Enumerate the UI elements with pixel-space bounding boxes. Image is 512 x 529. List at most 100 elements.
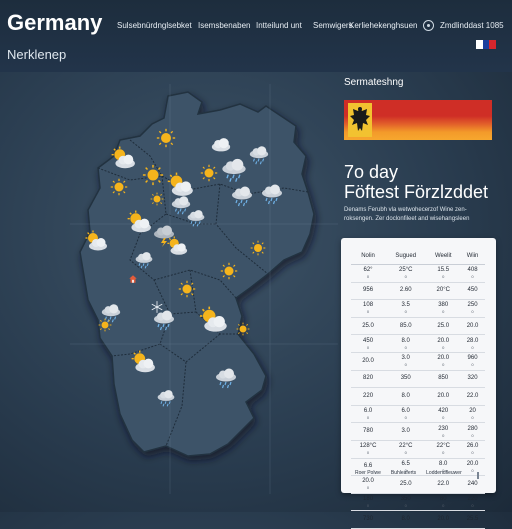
- nav-item-5[interactable]: Kerliehekenghsuen: [349, 21, 418, 30]
- cell-value: 20.0: [362, 357, 374, 364]
- table-row[interactable]: 220 8.0 20.0 22.0: [351, 387, 485, 406]
- cell-marker: 0: [471, 450, 474, 456]
- table-row[interactable]: 108 0 3.5 0 380 0 250 0: [351, 299, 485, 318]
- rain-cloud-icon[interactable]: [220, 156, 248, 184]
- table-row[interactable]: 956 2.60 20°C 450: [351, 282, 485, 301]
- flag-icon: [476, 40, 497, 49]
- cell-value: 28.0: [466, 337, 479, 344]
- nav-item-3[interactable]: Intteilund unt: [256, 21, 302, 30]
- cell-value: 25°C: [399, 267, 413, 274]
- flag-stripe-1: [476, 40, 483, 49]
- footer-link-3[interactable]: Loddendfleuwer: [426, 470, 462, 476]
- cell-value: 6.0: [363, 408, 373, 415]
- table-cell: 3.0 0: [385, 352, 427, 371]
- sun-cloud-icon[interactable]: [198, 306, 228, 336]
- cell-value: 25.5: [466, 516, 479, 523]
- cell-value: 8.0: [401, 337, 410, 344]
- table-cell: 380 0: [426, 299, 461, 318]
- table-row[interactable]: 820 350 850 320: [351, 370, 485, 389]
- table-header-cell[interactable]: Weelit: [426, 248, 461, 265]
- sun-icon[interactable]: [250, 240, 266, 256]
- nav-item-2[interactable]: Isemsbenaben: [198, 21, 250, 30]
- table-cell: 6.0 0: [351, 405, 386, 424]
- table-row[interactable]: 20.0 0 25.0 22.0 240: [351, 475, 485, 494]
- cell-marker: 0: [366, 415, 370, 421]
- table-row[interactable]: 780 3.0 230 0 280 0: [351, 422, 485, 441]
- table-cell: 80 0: [426, 493, 461, 512]
- cell-value: 20: [469, 408, 476, 415]
- cell-marker: 0: [404, 415, 407, 421]
- table-row[interactable]: 450 0 8.0 0 20.0 0 28.0 0: [351, 334, 485, 353]
- rain-cloud-icon[interactable]: [134, 250, 154, 270]
- sun-icon[interactable]: [110, 178, 128, 196]
- snow-icon[interactable]: [150, 300, 164, 314]
- cell-marker: 0: [471, 344, 474, 350]
- cell-value: 20°C: [436, 287, 450, 294]
- sun-icon[interactable]: [98, 318, 112, 332]
- forecast-table-card: Nolin Sugued Weelit Wiin 62° 0 25°C 0 15.5 0 4…: [341, 238, 496, 529]
- cell-value: 180: [363, 496, 374, 503]
- search-icon[interactable]: [423, 20, 434, 31]
- cell-marker: 0: [442, 344, 445, 350]
- sun-icon[interactable]: [156, 128, 176, 148]
- nav-item-1[interactable]: Sulsebnürdnglsebket: [117, 21, 192, 30]
- sun-cloud-icon[interactable]: [130, 350, 156, 376]
- nav-item-4[interactable]: Semwigers: [313, 21, 353, 30]
- rain-cloud-icon[interactable]: [186, 208, 206, 228]
- cell-marker: 0: [366, 450, 370, 456]
- cloud-icon[interactable]: [210, 134, 232, 156]
- table-row[interactable]: 62° 0 25°C 0 15.5 0 408 0: [351, 264, 485, 283]
- table-cell: 20.0: [426, 387, 461, 406]
- table-row[interactable]: 180 0 350 0 80 0 220 0: [351, 493, 485, 512]
- sun-icon[interactable]: [236, 322, 250, 336]
- sun-cloud-icon[interactable]: [126, 210, 152, 236]
- sun-icon[interactable]: [200, 164, 218, 182]
- sun-icon[interactable]: [178, 280, 196, 298]
- germany-map[interactable]: [70, 84, 338, 494]
- cell-marker: 0: [442, 309, 445, 315]
- cell-value: 8.0: [401, 392, 410, 399]
- rain-cloud-icon[interactable]: [214, 366, 238, 390]
- sun-cloud-icon[interactable]: [84, 230, 108, 254]
- table-cell: 820: [351, 370, 386, 389]
- table-row[interactable]: 25.0 85.0 25.0 20.0: [351, 317, 485, 336]
- table-row[interactable]: 128°C 0 22°C 0 22°C 0 26.0 0: [351, 440, 485, 459]
- sun-cloud-icon[interactable]: [110, 146, 136, 172]
- table-row[interactable]: 6.0 0 6.0 0 420 0 20 0: [351, 405, 485, 424]
- table-cell: 15.5 0: [426, 264, 461, 283]
- table-cell: 960 0: [460, 352, 485, 371]
- table-cell: 108 0: [351, 299, 386, 318]
- table-cell: 22.0: [426, 475, 461, 494]
- table-cell: 20.0 0: [426, 352, 461, 371]
- footer-link-1[interactable]: Roer Polwe: [355, 470, 381, 476]
- table-row[interactable]: 20.0 3.0 0 20.0 0 960 0: [351, 352, 485, 371]
- table-cell: 6.0 0: [385, 405, 427, 424]
- rain-cloud-icon[interactable]: [248, 144, 270, 166]
- sun-icon[interactable]: [220, 262, 238, 280]
- sun-icon[interactable]: [150, 192, 164, 206]
- cell-value: 22.0: [466, 392, 479, 399]
- table-header-cell[interactable]: Nolin: [351, 248, 386, 265]
- sun-cloud-icon[interactable]: [166, 236, 188, 258]
- cell-value: 380: [438, 302, 449, 309]
- table-header-cell[interactable]: Wiin: [460, 248, 485, 265]
- home-marker-icon[interactable]: [128, 274, 138, 284]
- table-cell: 320: [460, 370, 485, 389]
- cell-marker: 0: [404, 274, 407, 280]
- cell-value: 8.0: [401, 516, 410, 523]
- germany-flag-banner: [344, 100, 492, 140]
- rain-cloud-icon[interactable]: [230, 184, 254, 208]
- cell-value: 20.0: [437, 516, 450, 523]
- table-cell: 450: [460, 282, 485, 301]
- table-header-cell[interactable]: Sugued: [385, 248, 427, 265]
- footer-link-2[interactable]: Buhleaferts: [391, 470, 416, 476]
- sun-icon[interactable]: [142, 164, 164, 186]
- rain-cloud-icon[interactable]: [260, 182, 284, 206]
- table-row[interactable]: 730 8.0 20.0 25.5: [351, 510, 485, 529]
- table-cell: 780: [351, 422, 386, 441]
- table-cell: 22.0: [460, 387, 485, 406]
- cell-value: 450: [467, 287, 478, 294]
- rain-cloud-icon[interactable]: [156, 388, 176, 408]
- scroll-handle[interactable]: [477, 472, 479, 479]
- table-cell: 128°C 0: [351, 440, 386, 459]
